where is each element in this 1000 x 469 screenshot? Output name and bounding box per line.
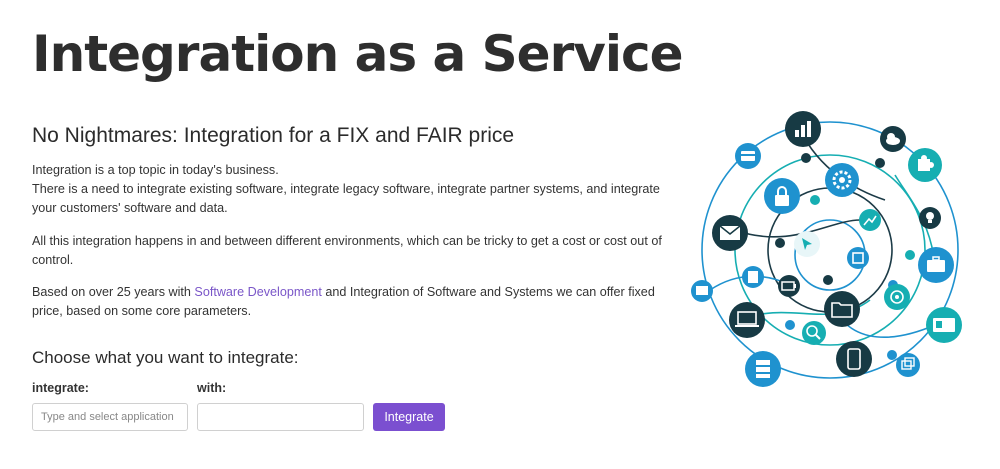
software-development-link[interactable]: Software Development <box>194 285 321 299</box>
puzzle-icon <box>908 148 942 182</box>
junction-dot <box>775 238 785 248</box>
integrate-input[interactable] <box>32 403 188 431</box>
lock-icon <box>764 178 800 214</box>
page-title: Integration as a Service <box>32 25 684 83</box>
gear-icon <box>825 163 859 197</box>
battery-icon <box>778 275 800 297</box>
id-card-icon <box>926 307 962 343</box>
message-icon <box>691 280 713 302</box>
intro-paragraph-3: Based on over 25 years with Software Dev… <box>32 283 662 321</box>
junction-dot <box>905 250 915 260</box>
integration-network-illustration <box>691 111 962 387</box>
section-subtitle: No Nightmares: Integration for a FIX and… <box>32 124 515 147</box>
folder-icon <box>824 291 860 327</box>
junction-dot <box>801 153 811 163</box>
integrate-label: integrate: <box>32 381 89 395</box>
chip-icon <box>847 247 869 269</box>
with-label: with: <box>197 381 227 395</box>
intro-paragraph-1: Integration is a top topic in today's bu… <box>32 161 662 218</box>
laptop-icon <box>729 302 765 338</box>
connector-line <box>734 219 861 238</box>
intro-line-2: There is a need to integrate existing so… <box>32 182 660 215</box>
card-icon <box>735 143 761 169</box>
cursor-icon <box>794 231 820 257</box>
target-icon <box>884 284 910 310</box>
windows-icon <box>896 353 920 377</box>
envelope-icon <box>712 215 748 251</box>
briefcase-icon <box>918 247 954 283</box>
chart-icon <box>785 111 821 147</box>
document-icon <box>742 266 764 288</box>
cloud-icon <box>880 126 906 152</box>
search-icon <box>802 321 826 345</box>
form-heading: Choose what you want to integrate: <box>32 348 299 367</box>
integrate-button[interactable]: Integrate <box>373 403 445 431</box>
server-icon <box>745 351 781 387</box>
p3-text-before: Based on over 25 years with <box>32 285 195 299</box>
lightbulb-icon <box>919 207 941 229</box>
junction-dot <box>875 158 885 168</box>
with-input[interactable] <box>197 403 364 431</box>
growth-icon <box>859 209 881 231</box>
junction-dot <box>785 320 795 330</box>
junction-dot <box>823 275 833 285</box>
smartphone-icon <box>836 341 872 377</box>
intro-line-1: Integration is a top topic in today's bu… <box>32 163 279 177</box>
junction-dot <box>887 350 897 360</box>
intro-paragraph-2: All this integration happens in and betw… <box>32 234 662 267</box>
junction-dot <box>810 195 820 205</box>
